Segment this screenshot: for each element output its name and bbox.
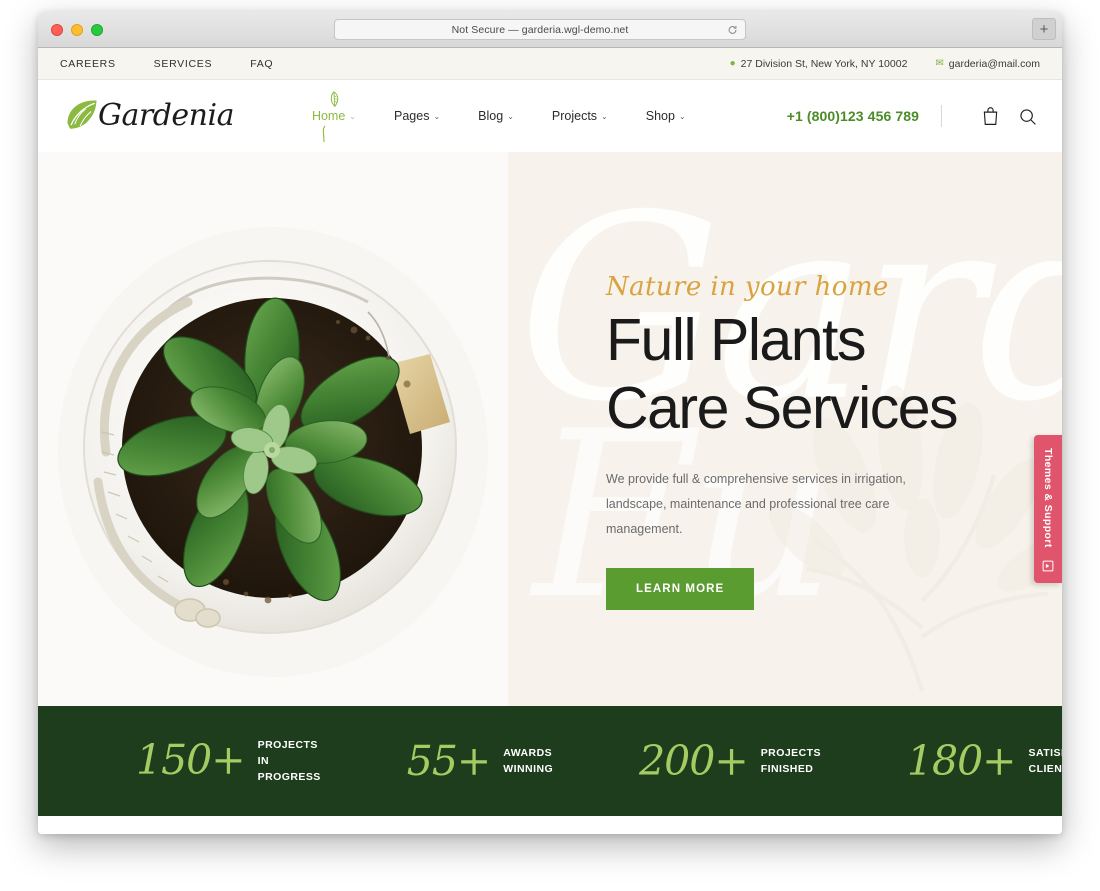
map-pin-icon: ●: [729, 57, 736, 69]
nav-item-shop[interactable]: Shop ⌄: [646, 109, 686, 123]
stat-item: 180+ SATISFIED CLIENTS: [906, 736, 1062, 785]
stat-label-line1: SATISFIED: [1028, 746, 1062, 759]
window-controls: [51, 24, 103, 36]
shopping-bag-icon[interactable]: [980, 106, 1001, 127]
leaf-sprig-icon: [330, 91, 339, 108]
minimize-window-button[interactable]: [71, 24, 83, 36]
chevron-down-icon: ⌄: [678, 111, 686, 121]
nav-label-shop: Shop: [645, 109, 675, 123]
hero-section: Garde Fu: [38, 152, 1062, 706]
hero-title-line1: Full Plants: [606, 307, 866, 373]
hero-title-line2: Care Services: [606, 375, 959, 442]
stat-label-line1: PROJECTS: [760, 746, 821, 759]
stat-item: 150+ PROJECTS IN PROGRESS: [136, 737, 321, 786]
email-text: garderia@mail.com: [948, 57, 1040, 70]
nav-item-projects[interactable]: Projects ⌄: [552, 109, 608, 123]
chevron-down-icon: ⌄: [349, 111, 356, 121]
hero-photo-succulent: [38, 152, 508, 706]
learn-more-button[interactable]: LEARN MORE: [606, 567, 755, 610]
stat-number: 55+: [406, 736, 492, 785]
phone-number[interactable]: +1 (800)123 456 789: [787, 108, 919, 124]
stat-item: 55+ AWARDS WINNING: [406, 736, 553, 785]
stat-number: 200+: [639, 736, 749, 785]
address-bar-text: Not Secure — garderia.wgl-demo.net: [451, 23, 629, 36]
nav-label-home: Home: [311, 109, 346, 123]
chevron-down-icon: ⌄: [433, 111, 441, 121]
maximize-window-button[interactable]: [91, 24, 103, 36]
contact-info: ● 27 Division St, New York, NY 10002 ✉ g…: [730, 58, 1040, 70]
stat-label: PROJECTS FINISHED: [761, 745, 821, 778]
header-actions: +1 (800)123 456 789: [787, 105, 1038, 127]
hero-script-heading: Nature in your home: [606, 272, 889, 302]
chevron-down-icon: ⌄: [601, 111, 608, 121]
stat-label-line2: CLIENTS: [1028, 763, 1062, 775]
themes-support-tab[interactable]: Themes & Support: [1034, 435, 1062, 583]
site-logo[interactable]: Gardenia: [62, 96, 234, 136]
browser-titlebar: Not Secure — garderia.wgl-demo.net +: [38, 12, 1062, 48]
stat-number: 150+: [136, 736, 246, 785]
new-tab-button[interactable]: +: [1032, 18, 1056, 40]
address-item: ● 27 Division St, New York, NY 10002: [730, 58, 908, 70]
hero-content: Nature in your home Full Plants Care Ser…: [606, 272, 1026, 610]
utility-links: CAREERS SERVICES FAQ: [60, 58, 273, 70]
reload-icon[interactable]: [727, 24, 738, 35]
nav-item-pages[interactable]: Pages ⌄: [394, 109, 440, 123]
topbar-link-services[interactable]: SERVICES: [154, 58, 213, 70]
hero-title: Full Plants Care Services: [606, 306, 1026, 443]
envelope-icon: ✉: [935, 57, 944, 69]
book-icon: [1042, 560, 1054, 572]
stat-label-line2: PROGRESS: [257, 771, 321, 784]
stat-label: AWARDS WINNING: [503, 745, 553, 778]
stats-bar: 150+ PROJECTS IN PROGRESS 55+ AWARDS WIN…: [38, 706, 1062, 816]
logo-text: Gardenia: [98, 98, 234, 133]
stat-label: SATISFIED CLIENTS: [1029, 745, 1062, 778]
stat-item: 200+ PROJECTS FINISHED: [639, 736, 821, 785]
stat-label-line2: FINISHED: [760, 763, 814, 775]
nav-item-home[interactable]: Home ⌄: [311, 91, 356, 143]
stat-label-line1: AWARDS: [503, 746, 553, 759]
address-bar[interactable]: Not Secure — garderia.wgl-demo.net: [334, 19, 746, 40]
web-page: CAREERS SERVICES FAQ ● 27 Division St, N…: [38, 48, 1062, 834]
search-icon[interactable]: [1017, 106, 1038, 127]
succulent-plant-illustration: [38, 152, 508, 706]
leaf-logo-icon: [67, 100, 97, 129]
stat-number: 180+: [906, 736, 1017, 785]
header-divider: [941, 105, 942, 127]
nav-label-projects: Projects: [551, 109, 598, 123]
address-text: 27 Division St, New York, NY 10002: [740, 57, 908, 70]
nav-item-blog[interactable]: Blog ⌄: [478, 109, 514, 123]
hero-description: We provide full & comprehensive services…: [606, 471, 906, 536]
browser-window: Not Secure — garderia.wgl-demo.net + CAR…: [38, 12, 1062, 834]
stat-label-line2: WINNING: [503, 763, 554, 775]
email-item[interactable]: ✉ garderia@mail.com: [935, 58, 1040, 70]
topbar-link-faq[interactable]: FAQ: [250, 58, 273, 70]
stat-label-line1: PROJECTS IN: [257, 738, 318, 767]
leaf-stem-icon: [322, 125, 326, 143]
topbar-link-careers[interactable]: CAREERS: [60, 58, 116, 70]
nav-label-pages: Pages: [394, 109, 430, 123]
chevron-down-icon: ⌄: [507, 111, 514, 121]
main-navigation: Home ⌄ Pages ⌄ Blog ⌄ Projects ⌄ Shop ⌄: [311, 91, 686, 143]
themes-support-label: Themes & Support: [1042, 448, 1054, 548]
site-header: Gardenia Home ⌄ Pages ⌄ Blog ⌄ Projects …: [38, 80, 1062, 152]
stat-label: PROJECTS IN PROGRESS: [258, 737, 321, 786]
utility-topbar: CAREERS SERVICES FAQ ● 27 Division St, N…: [38, 48, 1062, 80]
nav-label-blog: Blog: [478, 109, 504, 123]
close-window-button[interactable]: [51, 24, 63, 36]
